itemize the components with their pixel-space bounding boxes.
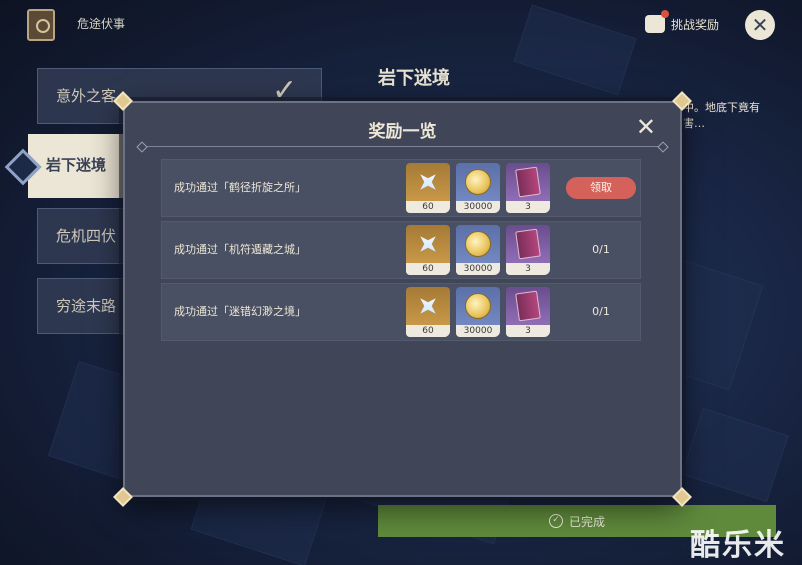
primogem-icon — [412, 166, 443, 197]
exp-book-item[interactable]: 3 — [506, 225, 550, 275]
mora-coin-icon — [465, 231, 491, 257]
reward-row: 成功通过「迷错幻渺之境」 60 30000 3 0/1 — [161, 283, 641, 341]
mora-item[interactable]: 30000 — [456, 225, 500, 275]
mora-coin-icon — [465, 293, 491, 319]
close-icon[interactable]: ✕ — [745, 10, 775, 40]
challenge-rewards-label: 挑战奖励 — [671, 17, 720, 32]
item-quantity: 30000 — [456, 263, 500, 275]
exp-book-item[interactable]: 3 — [506, 163, 550, 213]
primogem-item[interactable]: 60 — [406, 287, 450, 337]
reward-row: 成功通过「机符遁藏之城」 60 30000 3 0/1 — [161, 221, 641, 279]
reward-condition-label: 成功通过「机符遁藏之城」 — [174, 243, 306, 256]
item-quantity: 60 — [406, 325, 450, 337]
stage-description-text: 中。地底下竟有 害… — [683, 101, 760, 130]
item-quantity: 3 — [506, 201, 550, 213]
stage-tab-label: 穷途末路 — [56, 297, 117, 315]
reward-row: 成功通过「鹤径折旋之所」 60 30000 3 领取 — [161, 159, 641, 217]
watermark-text: 酷乐米 — [690, 528, 786, 563]
item-quantity: 30000 — [456, 325, 500, 337]
stage-tab-label: 危机四伏 — [56, 227, 117, 245]
modal-close-icon[interactable]: ✕ — [636, 115, 656, 139]
stage-tab-label: 岩下迷境 — [46, 156, 107, 174]
stage-tab-label: 意外之客 — [56, 87, 117, 105]
exp-book-item[interactable]: 3 — [506, 287, 550, 337]
progress-count: 0/1 — [592, 243, 610, 256]
item-quantity: 60 — [406, 263, 450, 275]
event-title: 危途伏事 — [77, 17, 126, 31]
completed-check-icon: ✓ — [548, 514, 563, 528]
primogem-item[interactable]: 60 — [406, 163, 450, 213]
stage-tab-2[interactable]: 岩下迷境 — [28, 134, 138, 198]
item-quantity: 3 — [506, 263, 550, 275]
gift-icon — [645, 10, 669, 33]
title-divider — [141, 146, 664, 147]
challenge-rewards-button[interactable]: 挑战奖励 — [645, 10, 720, 36]
reward-list-modal: 奖励一览 ✕ 成功通过「鹤径折旋之所」 60 30000 3 领取 成功通过「机… — [113, 91, 692, 507]
item-quantity: 3 — [506, 325, 550, 337]
hero-wit-book-icon — [515, 290, 541, 322]
top-bar: 危途伏事 挑战奖励 ✕ — [0, 0, 802, 50]
hero-wit-book-icon — [515, 166, 541, 198]
stage-title: 岩下迷境 — [378, 68, 450, 89]
completed-label: 已完成 — [568, 514, 605, 529]
stage-description: 中。地底下竟有 害… — [683, 100, 793, 132]
hero-wit-book-icon — [515, 228, 541, 260]
reward-condition-label: 成功通过「鹤径折旋之所」 — [174, 181, 306, 194]
reward-condition-label: 成功通过「迷错幻渺之境」 — [174, 305, 306, 318]
primogem-icon — [412, 228, 443, 259]
modal-title: 奖励一览 — [368, 122, 437, 142]
primogem-icon — [412, 290, 443, 321]
mora-coin-icon — [465, 169, 491, 195]
item-quantity: 60 — [406, 201, 450, 213]
mora-item[interactable]: 30000 — [456, 287, 500, 337]
item-quantity: 30000 — [456, 201, 500, 213]
primogem-item[interactable]: 60 — [406, 225, 450, 275]
claim-button[interactable]: 领取 — [566, 177, 636, 199]
progress-count: 0/1 — [592, 305, 610, 318]
event-book-icon[interactable] — [27, 9, 55, 41]
mora-item[interactable]: 30000 — [456, 163, 500, 213]
